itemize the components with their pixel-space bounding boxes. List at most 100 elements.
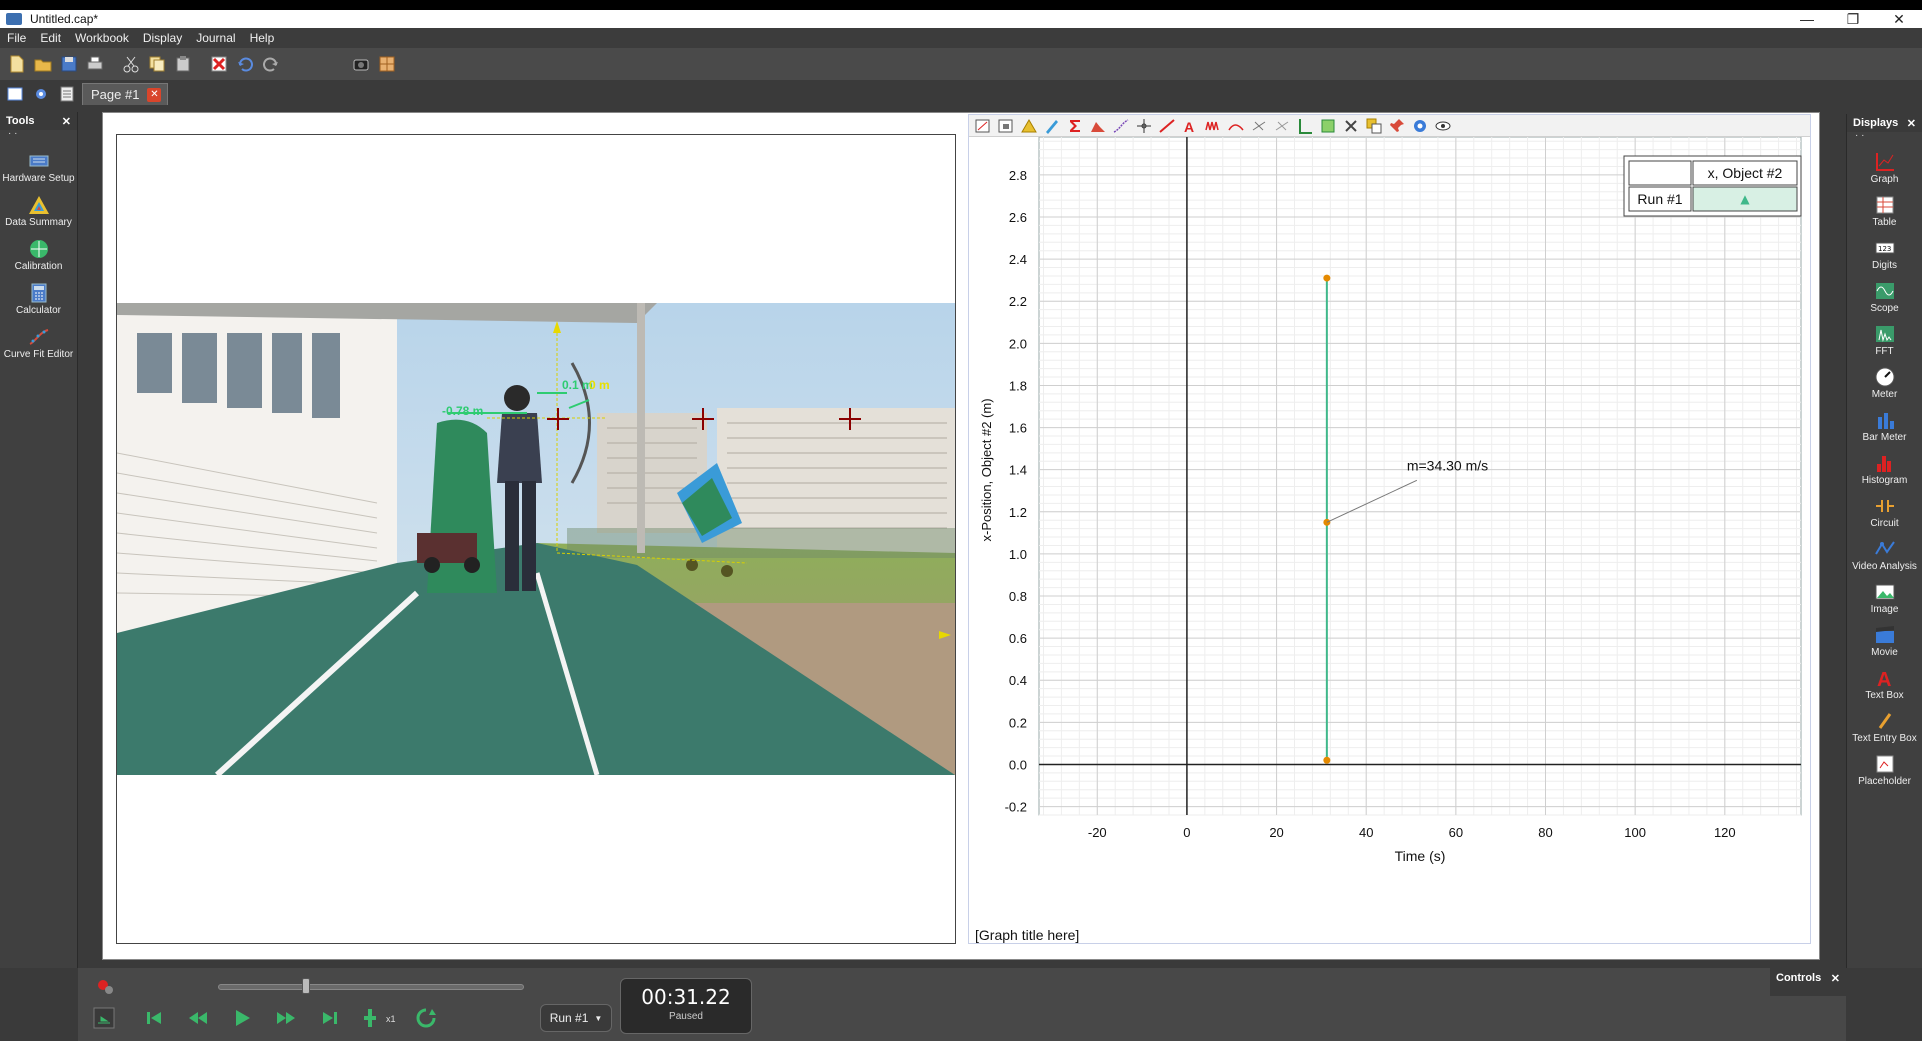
graph-plot-area[interactable]: -20 0 20 40 60 80 100 120 -0.2 0.0 0.2 0.4 0.6 0.8 1.0… [969,137,1810,927]
display-histogram[interactable]: Histogram [1847,452,1922,486]
scale-to-fit-icon[interactable] [973,117,993,135]
playback-scrubber-knob[interactable] [302,978,310,994]
add-frame-icon[interactable] [360,1004,388,1032]
area-icon[interactable] [1088,117,1108,135]
skip-to-end-icon[interactable] [316,1004,344,1032]
visibility-eye-icon[interactable] [1433,117,1453,135]
controls-bar: x1 Run #1 ▼ 00:31.22 Paused Controls ✕ [0,968,1922,1041]
statistics-sigma-icon[interactable] [1065,117,1085,135]
display-fft[interactable]: FFT [1847,323,1922,357]
tool-data-summary[interactable]: Data Summary [0,194,77,228]
multiple-plots-icon[interactable] [1364,117,1384,135]
data-point[interactable] [1323,756,1331,764]
tab-page-1[interactable]: Page #1 ✕ [82,83,169,105]
redo-icon[interactable] [260,53,282,75]
undo-icon[interactable] [234,53,256,75]
tool-hardware-setup[interactable]: Hardware Setup [0,150,77,184]
display-graph[interactable]: Graph [1847,151,1922,185]
skip-to-start-icon[interactable] [140,1004,168,1032]
playback-scrubber-track[interactable] [218,984,524,990]
new-file-icon[interactable] [6,53,28,75]
paste-icon[interactable] [172,53,194,75]
layout-icon[interactable] [376,53,398,75]
graph-display[interactable]: A -20 0 20 40 60 80 100 120 -0.2 0.0 0.2 0.4 0.6 0.8 1… [968,114,1811,944]
display-video-analysis[interactable]: Video Analysis [1847,538,1922,572]
menu-help[interactable]: Help [243,31,282,45]
record-mode-icon[interactable] [90,1004,118,1032]
tools-panel-close-icon[interactable]: ✕ [62,115,71,128]
page-layout-icon[interactable] [4,83,26,105]
scope-icon [1874,280,1896,302]
display-circuit[interactable]: Circuit [1847,495,1922,529]
time-display: 00:31.22 Paused [620,978,752,1034]
video-frame-image[interactable]: -0.78 m 0.1 m 0 m [117,303,955,775]
display-table[interactable]: Table [1847,194,1922,228]
add-text-icon[interactable]: A [1180,117,1200,135]
display-image[interactable]: Image [1847,581,1922,615]
annotation-pen-icon[interactable] [1042,117,1062,135]
y-tick-label: 2.8 [1009,168,1027,183]
close-tab-icon[interactable]: ✕ [147,87,162,102]
page-settings-icon[interactable] [30,83,52,105]
display-text-box[interactable]: A Text Box [1847,667,1922,701]
page-list-icon[interactable] [56,83,78,105]
copy-icon[interactable] [146,53,168,75]
graph-settings-icon[interactable] [1410,117,1430,135]
display-text-entry-box[interactable]: Text Entry Box [1847,710,1922,744]
record-indicator-icon[interactable] [92,974,120,1002]
x-tick-label: 80 [1538,825,1552,840]
display-movie[interactable]: Movie [1847,624,1922,658]
x-axis-label[interactable]: Time (s) [1395,848,1446,864]
play-icon[interactable] [228,1004,256,1032]
display-scope[interactable]: Scope [1847,280,1922,314]
close-button[interactable]: ✕ [1876,10,1922,28]
menu-workbook[interactable]: Workbook [68,31,136,45]
remove-data-point-icon[interactable] [1272,117,1292,135]
tool-curve-fit-editor[interactable]: Curve Fit Editor [0,326,77,360]
run-select-dropdown[interactable]: Run #1 ▼ [540,1004,612,1032]
select-range-icon[interactable] [996,117,1016,135]
pin-icon[interactable] [1387,117,1407,135]
slope-tool-icon[interactable] [1157,117,1177,135]
displays-panel-close-icon[interactable]: ✕ [1907,117,1916,130]
curve-fit-icon[interactable] [1111,117,1131,135]
data-point[interactable] [1323,274,1331,282]
menu-file[interactable]: File [0,31,33,45]
display-meter[interactable]: Meter [1847,366,1922,400]
loop-icon[interactable] [412,1004,440,1032]
controls-panel-close-icon[interactable]: ✕ [1831,972,1840,992]
fast-forward-icon[interactable] [272,1004,300,1032]
display-placeholder[interactable]: Placeholder [1847,753,1922,787]
display-digits[interactable]: 123 Digits [1847,237,1922,271]
minimize-button[interactable]: — [1784,10,1830,28]
legend-box[interactable]: x, Object #2 Run #1 ▲ [1623,155,1802,217]
data-highlight-icon[interactable] [1019,117,1039,135]
menu-journal[interactable]: Journal [189,31,242,45]
coordinates-tool-icon[interactable] [1134,117,1154,135]
delete-plot-icon[interactable] [1341,117,1361,135]
save-icon[interactable] [58,53,80,75]
print-icon[interactable] [84,53,106,75]
noise-filter-icon[interactable] [1203,117,1223,135]
smoothing-icon[interactable] [1226,117,1246,135]
add-plot-icon[interactable] [1318,117,1338,135]
rewind-icon[interactable] [184,1004,212,1032]
maximize-button[interactable]: ❐ [1830,10,1876,28]
camera-icon[interactable] [350,53,372,75]
playback-speed[interactable]: x1 [386,1014,396,1024]
add-y-axis-icon[interactable] [1295,117,1315,135]
y-axis-label[interactable]: x-Position, Object #2 (m) [979,398,994,541]
graph-title[interactable]: [Graph title here] [975,927,1079,943]
delete-icon[interactable] [208,53,230,75]
display-bar-meter[interactable]: Bar Meter [1847,409,1922,443]
video-display[interactable]: -0.78 m 0.1 m 0 m [116,134,956,944]
menu-display[interactable]: Display [136,31,189,45]
tool-calculator[interactable]: Calculator [0,282,77,316]
display-label: Image [1870,604,1899,615]
add-data-point-icon[interactable] [1249,117,1269,135]
cut-icon[interactable] [120,53,142,75]
menu-edit[interactable]: Edit [33,31,68,45]
tool-calibration[interactable]: Calibration [0,238,77,272]
data-point[interactable] [1323,518,1331,526]
open-folder-icon[interactable] [32,53,54,75]
